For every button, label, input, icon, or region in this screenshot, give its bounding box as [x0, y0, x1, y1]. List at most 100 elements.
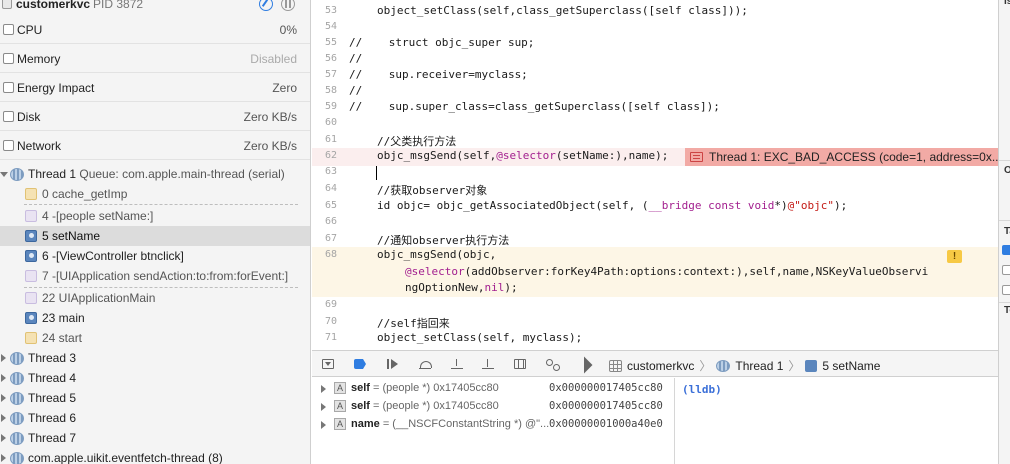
simulate-location-button[interactable]: [576, 357, 592, 371]
thread-label: Thread 7: [28, 431, 77, 445]
disk-gauge-icon: [3, 111, 14, 122]
frame-0[interactable]: 0 cache_getImp: [0, 184, 310, 204]
gauge-label: Energy Impact: [17, 81, 95, 95]
inspector-checkbox[interactable]: [1002, 285, 1010, 295]
code-line[interactable]: 69: [312, 297, 998, 315]
app-icon: [2, 0, 12, 9]
memory-graph-button[interactable]: [544, 357, 560, 371]
gauge-network[interactable]: Network Zero KB/s: [0, 131, 310, 160]
code-text: objc_msgSend(objc,: [377, 248, 497, 261]
disclosure-open-icon[interactable]: [0, 172, 8, 177]
code-text: ngOptionNew,nil);: [405, 281, 518, 294]
frame-icon: [25, 292, 37, 304]
console-output[interactable]: (lldb): [676, 378, 998, 464]
continue-icon: [387, 359, 399, 369]
code-text: //: [349, 84, 363, 97]
code-line[interactable]: 60: [312, 115, 998, 133]
gauge-energy[interactable]: Energy Impact Zero: [0, 73, 310, 102]
line-number: 67: [324, 233, 337, 244]
thread-6[interactable]: Thread 6: [0, 408, 310, 428]
breakpoints-toggle-button[interactable]: [352, 357, 368, 371]
frame-23[interactable]: 23 main: [0, 308, 310, 328]
code-comment: //获取observer对象: [377, 184, 488, 197]
disclosure-closed-icon[interactable]: [1, 414, 6, 422]
variable-row[interactable]: A self = (people *) 0x17405cc80 0x000000…: [312, 398, 675, 416]
code-text: // sup.super_class=class_getSuperclass([…: [349, 100, 720, 113]
disclosure-closed-icon[interactable]: [1, 394, 6, 402]
thread-3[interactable]: Thread 3: [0, 348, 310, 368]
inspector-panel: Is O Ta Te: [998, 0, 1010, 464]
disclosure-closed-icon[interactable]: [321, 385, 326, 393]
line-number: 64: [324, 183, 337, 194]
gauge-memory[interactable]: Memory Disabled: [0, 44, 310, 73]
thread-1[interactable]: Thread 1 Queue: com.apple.main-thread (s…: [0, 164, 310, 184]
gauge-label: Network: [17, 139, 62, 153]
thread-icon: [10, 432, 24, 445]
frame-label: 6 -[ViewController btnclick]: [42, 249, 184, 263]
code-line-current[interactable]: 63: [312, 164, 998, 182]
inspector-divider: [999, 160, 1010, 161]
error-icon: [690, 152, 703, 162]
thread-label: Thread 6: [28, 411, 77, 425]
inspector-checkbox[interactable]: [1002, 265, 1010, 275]
frame-22[interactable]: 22 UIApplicationMain: [0, 288, 310, 308]
disclosure-closed-icon[interactable]: [321, 403, 326, 411]
disclosure-closed-icon[interactable]: [1, 374, 6, 382]
thread-5[interactable]: Thread 5: [0, 388, 310, 408]
process-header: customerkvc PID 3872: [0, 0, 310, 14]
line-number: 53: [324, 5, 337, 16]
code-line-warning[interactable]: 68 objc_msgSend(objc, @selector(addObser…: [312, 247, 998, 297]
variable-summary: self = (people *) 0x17405cc80: [351, 400, 499, 412]
thread-eventfetch[interactable]: com.apple.uikit.eventfetch-thread (8): [0, 448, 310, 464]
thread-4[interactable]: Thread 4: [0, 368, 310, 388]
step-into-button[interactable]: [449, 357, 465, 371]
inspector-divider: [999, 302, 1010, 303]
frame-7[interactable]: 7 -[UIApplication sendAction:to:from:for…: [0, 266, 310, 286]
pause-process-icon[interactable]: [281, 0, 295, 11]
view-debugger-button[interactable]: [512, 357, 528, 371]
frame-icon: [25, 270, 37, 282]
disclosure-closed-icon[interactable]: [321, 421, 326, 429]
code-line[interactable]: 64 //获取observer对象: [312, 181, 998, 199]
thread-label: Thread 4: [28, 371, 77, 385]
step-over-button[interactable]: [417, 357, 433, 371]
code-comment: //self指回来: [377, 317, 450, 330]
frame-label: 23 main: [42, 311, 85, 325]
breadcrumb-target[interactable]: customerkvc: [627, 359, 694, 373]
code-text: @selector(addObserver:forKey4Path:option…: [405, 265, 929, 278]
warning-icon[interactable]: !: [947, 250, 962, 263]
debug-process-icon[interactable]: [259, 0, 273, 11]
continue-button[interactable]: [385, 357, 401, 371]
debug-navigator: customerkvc PID 3872 CPU 0% Memory Disabl…: [0, 0, 311, 464]
step-out-button[interactable]: [480, 357, 496, 371]
gauge-cpu[interactable]: CPU 0%: [0, 15, 310, 44]
code-text: // sup.receiver=myclass;: [349, 68, 528, 81]
thread-7[interactable]: Thread 7: [0, 428, 310, 448]
frame-24[interactable]: 24 start: [0, 328, 310, 348]
frame-5-selected[interactable]: 5 setName: [0, 226, 310, 246]
debug-breadcrumb[interactable]: customerkvc 〉 Thread 1 〉 5 setName: [609, 357, 880, 373]
frame-4[interactable]: 4 -[people setName:]: [0, 206, 310, 226]
variable-row[interactable]: A name = (__NSCFConstantString *) @"... …: [312, 416, 675, 434]
gauge-disk[interactable]: Disk Zero KB/s: [0, 102, 310, 131]
user-frame-icon: [805, 360, 818, 372]
disclosure-closed-icon[interactable]: [1, 354, 6, 362]
inspector-checkbox[interactable]: [1002, 245, 1010, 255]
energy-gauge-icon: [3, 82, 14, 93]
hide-debug-area-button[interactable]: [320, 357, 336, 371]
source-editor[interactable]: 53 object_setClass(self,class_getSupercl…: [312, 0, 998, 350]
code-text: object_setClass(self,class_getSuperclass…: [377, 4, 748, 17]
gauge-value: 0%: [279, 23, 297, 37]
line-number: 69: [324, 299, 337, 310]
thread-label: com.apple.uikit.eventfetch-thread (8): [28, 451, 223, 464]
disclosure-closed-icon[interactable]: [1, 454, 6, 462]
variables-view: A self = (people *) 0x17405cc80 0x000000…: [312, 378, 675, 464]
code-line[interactable]: 66: [312, 214, 998, 232]
frame-6[interactable]: 6 -[ViewController btnclick]: [0, 246, 310, 266]
disclosure-closed-icon[interactable]: [1, 434, 6, 442]
code-line[interactable]: 71 object_setClass(self, myclass);: [312, 330, 998, 348]
variable-row[interactable]: A self = (people *) 0x17405cc80 0x000000…: [312, 380, 675, 398]
breadcrumb-frame[interactable]: 5 setName: [822, 359, 880, 373]
breadcrumb-thread[interactable]: Thread 1: [735, 359, 783, 373]
code-text: object_setClass(self, myclass);: [377, 331, 583, 344]
